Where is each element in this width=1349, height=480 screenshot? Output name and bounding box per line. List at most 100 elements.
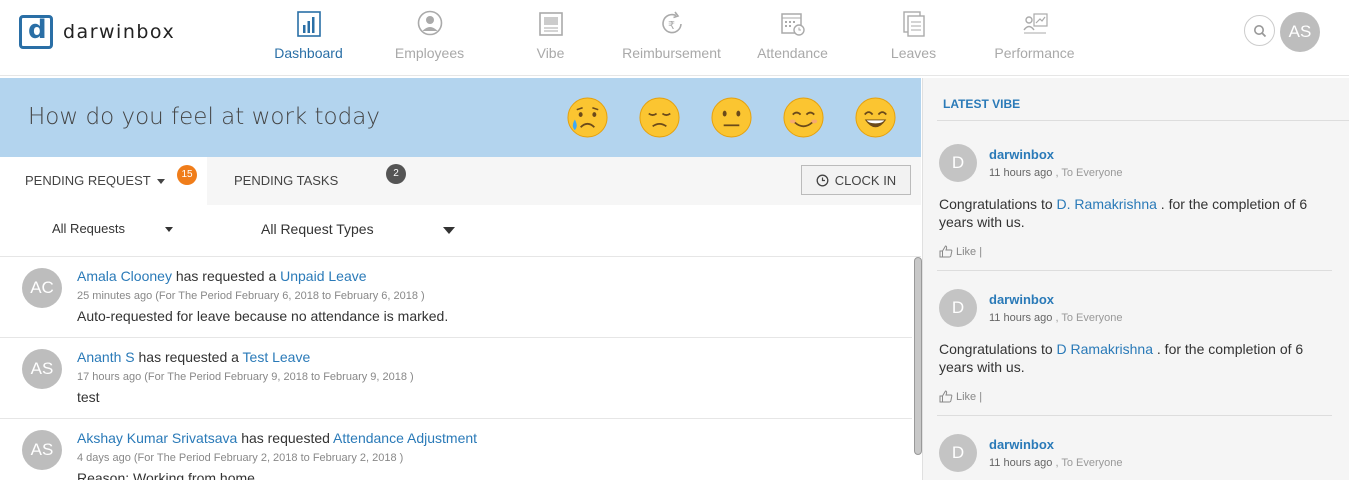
newspaper-icon xyxy=(538,10,564,38)
brand-name: darwinbox xyxy=(63,21,176,43)
crying-face-icon[interactable] xyxy=(566,96,609,139)
request-message: test xyxy=(77,389,100,405)
nav-performance[interactable]: Performance xyxy=(974,8,1095,68)
top-navigation-bar: darwinbox Dashboard Employees Vibe ₹ Rei… xyxy=(0,0,1349,76)
latest-vibe-heading: LATEST VIBE xyxy=(943,97,1021,111)
mention-link[interactable]: D Ramakrishna xyxy=(1057,341,1153,357)
clock-in-label: CLOCK IN xyxy=(834,172,897,188)
main-nav: Dashboard Employees Vibe ₹ Reimbursement… xyxy=(248,8,1095,68)
vibe-post: D darwinbox 11 hours ago , To Everyone xyxy=(923,434,1343,480)
nav-label: Employees xyxy=(394,45,465,61)
avatar: AS xyxy=(22,349,62,389)
mood-banner: How do you feel at work today xyxy=(0,78,921,157)
request-meta: 17 hours ago (For The Period February 9,… xyxy=(77,371,414,383)
post-meta: 11 hours ago , To Everyone xyxy=(989,457,1123,469)
nav-vibe[interactable]: Vibe xyxy=(490,8,611,68)
mention-link[interactable]: D. Ramakrishna xyxy=(1057,196,1157,212)
request-item[interactable]: AS Akshay Kumar Srivatsava has requested… xyxy=(0,419,912,480)
post-author-link[interactable]: darwinbox xyxy=(989,437,1054,452)
thumbs-up-icon xyxy=(939,245,953,258)
nav-label: Reimbursement xyxy=(622,45,721,61)
like-label: Like xyxy=(956,245,977,258)
search-button[interactable] xyxy=(1244,15,1275,46)
growth-chart-icon xyxy=(1022,10,1048,38)
nav-leaves[interactable]: Leaves xyxy=(853,8,974,68)
clock-in-button[interactable]: CLOCK IN xyxy=(801,165,911,195)
caret-down-icon xyxy=(157,179,166,185)
tab-pending-tasks[interactable]: PENDING TASKS xyxy=(234,157,338,205)
pending-request-count-badge: 15 xyxy=(177,165,197,185)
post-audience: , To Everyone xyxy=(1055,167,1123,179)
vibe-post: D darwinbox 11 hours ago , To Everyone C… xyxy=(923,144,1343,289)
post-audience: , To Everyone xyxy=(1055,312,1123,324)
requester-link[interactable]: Akshay Kumar Srivatsava xyxy=(77,430,237,446)
darwinbox-logo-icon xyxy=(19,15,53,49)
neutral-face-icon[interactable] xyxy=(710,96,753,139)
smiling-face-icon[interactable] xyxy=(782,96,825,139)
request-title: Akshay Kumar Srivatsava has requested At… xyxy=(77,430,477,446)
divider xyxy=(937,120,1349,121)
reason-text: : Working from home xyxy=(125,470,255,480)
request-tabs: PENDING REQUEST 15 PENDING TASKS 2 xyxy=(0,157,921,205)
svg-text:₹: ₹ xyxy=(668,19,675,32)
post-text: Congratulations to D. Ramakrishna . for … xyxy=(939,195,1319,231)
thumbs-up-icon xyxy=(939,390,953,403)
request-list-scrollbar[interactable] xyxy=(914,257,922,455)
reason-label: Reason xyxy=(77,470,126,480)
request-message: Reason: Working from home xyxy=(77,470,255,480)
like-button[interactable]: Like | xyxy=(939,245,982,258)
tab-label: PENDING TASKS xyxy=(234,173,339,188)
request-type-link[interactable]: Test Leave xyxy=(243,349,311,365)
post-meta: 11 hours ago , To Everyone xyxy=(989,312,1123,324)
tab-pending-request[interactable]: PENDING REQUEST xyxy=(0,157,207,205)
avatar: D xyxy=(939,144,977,182)
post-author-link[interactable]: darwinbox xyxy=(989,292,1054,307)
post-meta: 11 hours ago , To Everyone xyxy=(989,167,1123,179)
nav-reimbursement[interactable]: ₹ Reimbursement xyxy=(611,8,732,68)
post-text-pre: Congratulations to xyxy=(939,341,1057,357)
post-time: 11 hours ago xyxy=(989,312,1053,324)
rupee-refresh-icon: ₹ xyxy=(659,10,685,38)
nav-label: Dashboard xyxy=(274,45,343,61)
request-verb: has requested a xyxy=(138,349,239,365)
nav-label: Attendance xyxy=(757,45,828,61)
user-avatar[interactable]: AS xyxy=(1280,12,1320,52)
grinning-face-icon[interactable] xyxy=(854,96,897,139)
requester-link[interactable]: Amala Clooney xyxy=(77,268,172,284)
caret-down-icon xyxy=(443,226,456,234)
tab-label: PENDING REQUEST xyxy=(25,173,151,188)
request-type-link[interactable]: Unpaid Leave xyxy=(280,268,366,284)
post-author-link[interactable]: darwinbox xyxy=(989,147,1054,162)
nav-employees[interactable]: Employees xyxy=(369,8,490,68)
clock-icon xyxy=(816,174,829,186)
nav-attendance[interactable]: Attendance xyxy=(732,8,853,68)
post-text: Congratulations to D Ramakrishna . for t… xyxy=(939,340,1319,376)
separator: | xyxy=(979,245,983,258)
like-label: Like xyxy=(956,390,977,403)
request-meta: 25 minutes ago (For The Period February … xyxy=(77,290,425,302)
request-meta: 4 days ago (For The Period February 2, 2… xyxy=(77,452,404,464)
all-requests-dropdown[interactable]: All Requests xyxy=(52,221,173,236)
user-circle-icon xyxy=(417,10,443,38)
search-icon xyxy=(1253,24,1266,37)
request-item[interactable]: AS Ananth S has requested a Test Leave 1… xyxy=(0,338,912,419)
mood-prompt: How do you feel at work today xyxy=(28,104,380,130)
requester-link[interactable]: Ananth S xyxy=(77,349,135,365)
bar-chart-icon xyxy=(296,10,322,38)
sad-face-icon[interactable] xyxy=(638,96,681,139)
request-item[interactable]: AC Amala Clooney has requested a Unpaid … xyxy=(0,257,912,338)
post-text-pre: Congratulations to xyxy=(939,196,1057,212)
pending-request-list: AC Amala Clooney has requested a Unpaid … xyxy=(0,257,912,480)
avatar: D xyxy=(939,434,977,472)
calendar-clock-icon xyxy=(780,10,806,38)
pending-tasks-count-badge: 2 xyxy=(386,164,406,184)
caret-down-icon xyxy=(164,227,173,233)
brand-logo[interactable]: darwinbox xyxy=(19,15,175,49)
like-button[interactable]: Like | xyxy=(939,390,982,403)
vibe-post: D darwinbox 11 hours ago , To Everyone C… xyxy=(923,289,1343,434)
request-type-link[interactable]: Attendance Adjustment xyxy=(333,430,477,446)
request-types-dropdown[interactable]: All Request Types xyxy=(261,221,456,237)
nav-dashboard[interactable]: Dashboard xyxy=(248,8,369,68)
avatar: AS xyxy=(22,430,62,470)
avatar: D xyxy=(939,289,977,327)
